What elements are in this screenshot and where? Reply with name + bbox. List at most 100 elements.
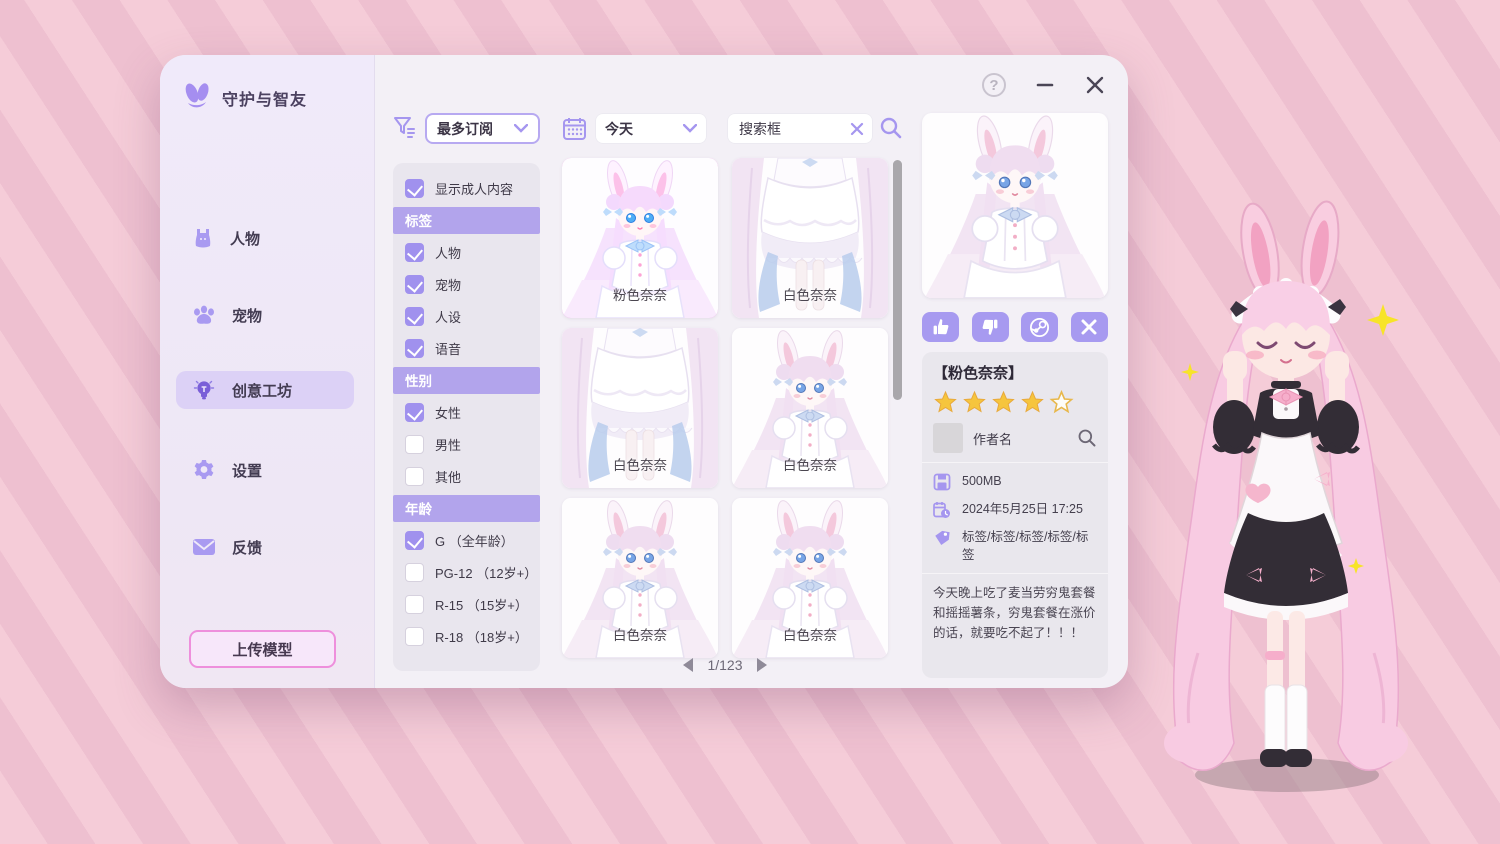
- thumbs-down-icon: [980, 317, 1000, 337]
- filter-option-gender[interactable]: 男性: [393, 430, 540, 459]
- author-row: 作者名: [933, 423, 1097, 453]
- sidebar-item-label: 人物: [230, 228, 260, 249]
- tags-row: 标签/标签/标签/标签/标签: [933, 528, 1097, 564]
- chevron-down-icon: [514, 124, 528, 133]
- checkbox-icon[interactable]: [405, 403, 424, 422]
- steam-icon: [1029, 317, 1050, 338]
- filter-option-age[interactable]: R-15 （15岁+）: [393, 590, 540, 619]
- help-button[interactable]: ?: [982, 73, 1006, 97]
- clock-calendar-icon: [933, 501, 951, 519]
- thumbs-up-button[interactable]: [922, 312, 959, 342]
- sort-dropdown-value: 最多订阅: [437, 119, 493, 139]
- author-search-icon[interactable]: [1077, 428, 1097, 448]
- checkbox-icon[interactable]: [405, 531, 424, 550]
- filter-option-tag[interactable]: 人设: [393, 302, 540, 331]
- model-title: 【粉色奈奈】: [933, 362, 1097, 383]
- model-card[interactable]: 白色奈奈: [732, 328, 888, 488]
- sidebar-item-settings[interactable]: 设置: [176, 451, 354, 489]
- thumbs-up-icon: [931, 317, 951, 337]
- star-icon: [1020, 390, 1045, 414]
- scrollbar-thumb[interactable]: [893, 160, 902, 400]
- model-card-label: 粉色奈奈: [562, 284, 718, 304]
- sidebar-item-characters[interactable]: 人物: [176, 219, 354, 257]
- checkbox-icon[interactable]: [405, 595, 424, 614]
- gear-icon: [192, 458, 216, 482]
- prev-page-button[interactable]: [683, 658, 693, 672]
- model-card-label: 白色奈奈: [562, 624, 718, 644]
- filter-panel: 显示成人内容 标签 人物 宠物 人设 语音 性别 女性 男性: [393, 163, 540, 671]
- size-row: 500MB: [933, 472, 1097, 491]
- model-card[interactable]: 白色奈奈: [732, 498, 888, 658]
- steam-button[interactable]: [1021, 312, 1058, 342]
- page-indicator: 1/123: [707, 657, 742, 673]
- sidebar-item-pets[interactable]: 宠物: [176, 296, 354, 334]
- model-card[interactable]: 白色奈奈: [732, 158, 888, 318]
- filter-option-gender[interactable]: 女性: [393, 398, 540, 427]
- checkbox-icon[interactable]: [405, 435, 424, 454]
- star-empty-icon: [1049, 390, 1074, 414]
- remove-button[interactable]: [1071, 312, 1108, 342]
- star-icon: [962, 390, 987, 414]
- checkbox-icon[interactable]: [405, 627, 424, 646]
- search-submit-icon[interactable]: [879, 116, 903, 140]
- close-x-icon: [1080, 318, 1098, 336]
- model-card-label: 白色奈奈: [562, 454, 718, 474]
- clear-search-icon[interactable]: [849, 121, 865, 137]
- filter-option-age[interactable]: PG-12 （12岁+）: [393, 558, 540, 587]
- upload-model-button[interactable]: 上传模型: [189, 630, 336, 668]
- filter-option-age[interactable]: R-18 （18岁+）: [393, 622, 540, 651]
- checkbox-icon[interactable]: [405, 467, 424, 486]
- sort-row: 最多订阅: [393, 113, 540, 144]
- checkbox-icon[interactable]: [405, 179, 424, 198]
- filter-option-tag[interactable]: 语音: [393, 334, 540, 363]
- model-description: 今天晚上吃了麦当劳穷鬼套餐和摇摇薯条，穷鬼套餐在涨价的话，就要吃不起了！！！: [933, 583, 1097, 643]
- checkbox-icon[interactable]: [405, 563, 424, 582]
- filter-funnel-icon: [393, 116, 417, 142]
- filter-option-tag[interactable]: 宠物: [393, 270, 540, 299]
- minimize-button[interactable]: [1034, 74, 1056, 96]
- bunny-logo-icon: [182, 83, 212, 113]
- pagination: 1/123: [562, 655, 888, 675]
- filter-section-header-gender: 性别: [393, 367, 540, 394]
- checkbox-icon[interactable]: [405, 243, 424, 262]
- sidebar-item-feedback[interactable]: 反馈: [176, 528, 354, 566]
- author-name: 作者名: [973, 429, 1067, 448]
- dress-icon: [192, 227, 214, 249]
- model-card[interactable]: 白色奈奈: [562, 498, 718, 658]
- model-card[interactable]: 白色奈奈: [562, 328, 718, 488]
- date-dropdown-value: 今天: [605, 119, 633, 139]
- grid-scrollbar[interactable]: [893, 158, 902, 658]
- calendar-icon: [562, 116, 587, 142]
- sidebar-item-label: 创意工坊: [232, 380, 292, 401]
- filter-option-tag[interactable]: 人物: [393, 238, 540, 267]
- sidebar-item-label: 反馈: [232, 537, 262, 558]
- sidebar-item-label: 宠物: [232, 305, 262, 326]
- app-title: 守护与智友: [222, 86, 307, 110]
- model-tags: 标签/标签/标签/标签/标签: [962, 528, 1097, 564]
- sort-dropdown[interactable]: 最多订阅: [425, 113, 540, 144]
- model-card[interactable]: 粉色奈奈: [562, 158, 718, 318]
- filter-section-header-tags: 标签: [393, 207, 540, 234]
- date-dropdown[interactable]: 今天: [595, 113, 707, 144]
- filter-option-adult[interactable]: 显示成人内容: [393, 174, 540, 203]
- next-page-button[interactable]: [757, 658, 767, 672]
- detail-actions: [922, 312, 1108, 342]
- checkbox-icon[interactable]: [405, 339, 424, 358]
- checkbox-icon[interactable]: [405, 307, 424, 326]
- mascot-illustration: [1128, 183, 1500, 828]
- filter-option-age[interactable]: G （全年龄）: [393, 526, 540, 555]
- close-button[interactable]: [1084, 74, 1106, 96]
- date-filter-row: 今天: [562, 113, 707, 144]
- mail-icon: [192, 537, 216, 557]
- sidebar-item-workshop[interactable]: 创意工坊: [176, 371, 354, 409]
- model-preview: [922, 113, 1108, 298]
- checkbox-icon[interactable]: [405, 275, 424, 294]
- star-icon: [933, 390, 958, 414]
- thumbs-down-button[interactable]: [972, 312, 1009, 342]
- model-info-panel: 【粉色奈奈】 作者名 500MB: [922, 352, 1108, 678]
- filter-option-gender[interactable]: 其他: [393, 462, 540, 491]
- date-row: 2024年5月25日 17:25: [933, 500, 1097, 519]
- model-card-label: 白色奈奈: [732, 624, 888, 644]
- search-input[interactable]: [739, 121, 849, 137]
- app-logo-row: 守护与智友: [182, 83, 307, 113]
